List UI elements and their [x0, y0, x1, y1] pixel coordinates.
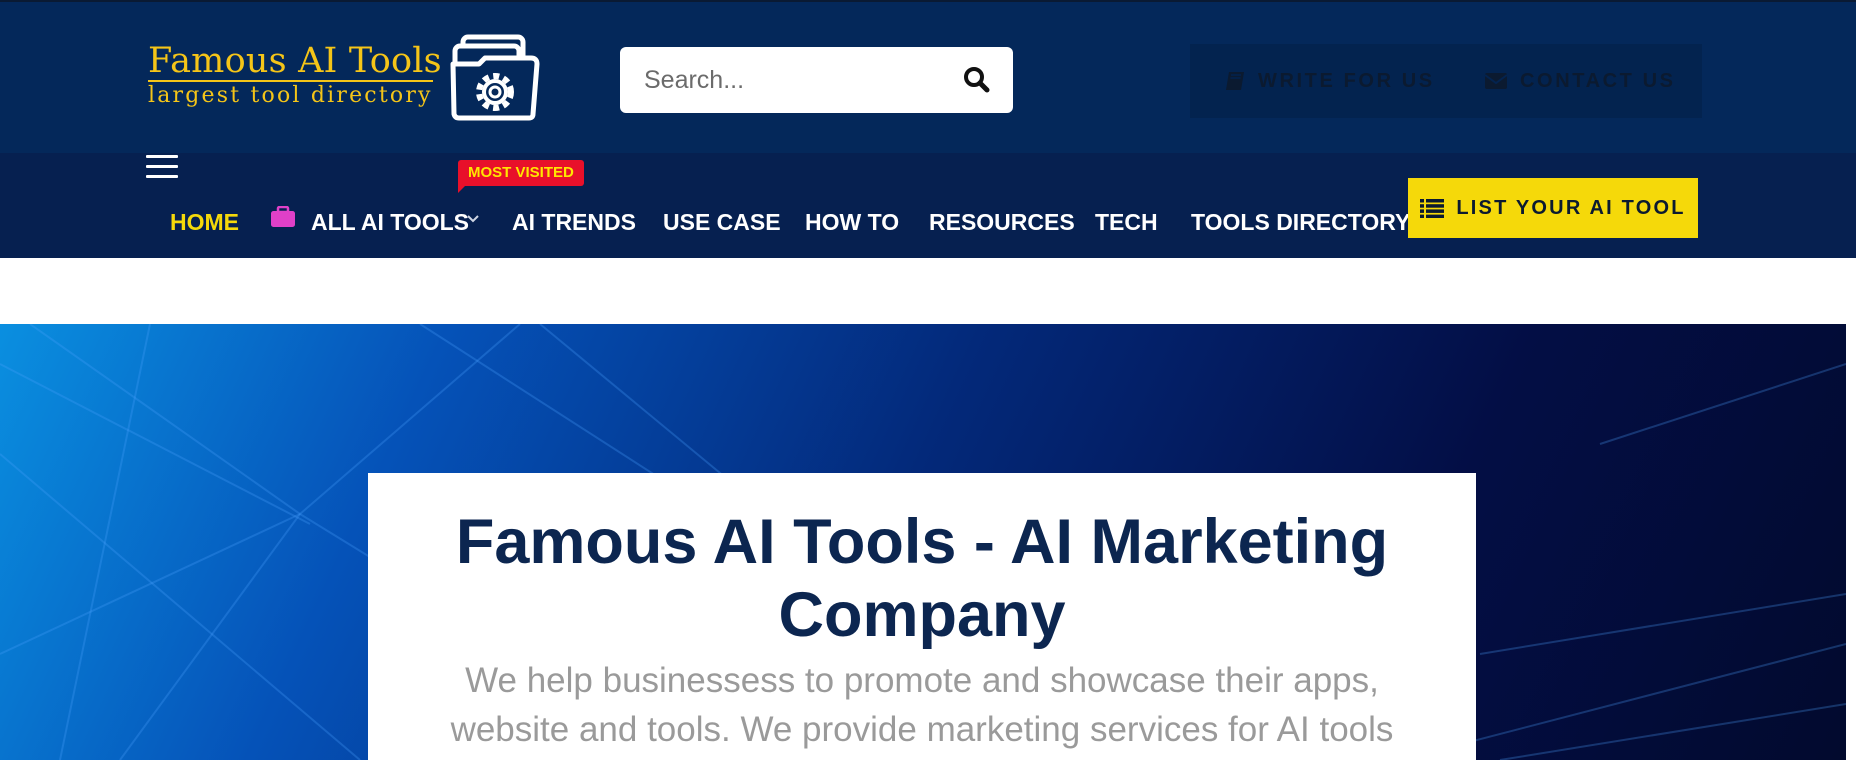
nav-item-resources[interactable]: RESOURCES — [929, 205, 1075, 239]
hero-subtitle-line1: We help businessess to promote and showc… — [465, 661, 1379, 700]
nav-item-ai-trends[interactable]: AI TRENDS — [512, 205, 636, 239]
contact-us-label: CONTACT US — [1520, 69, 1676, 92]
top-header: Famous AI Tools largest tool directory W… — [0, 0, 1856, 153]
hamburger-icon[interactable] — [146, 155, 178, 179]
book-icon — [1226, 72, 1244, 90]
hero-title-line2: Company — [778, 580, 1066, 650]
nav-item-how-to[interactable]: HOW TO — [805, 205, 899, 239]
list-your-ai-tool-label: LIST YOUR AI TOOL — [1456, 196, 1686, 219]
nav-item-use-case[interactable]: USE CASE — [663, 205, 781, 239]
nav-item-tools-directory[interactable]: TOOLS DIRECTORY — [1191, 205, 1410, 239]
nav-item-all-ai-tools[interactable]: ALL AI TOOLS — [311, 205, 469, 239]
folder-gear-logo-icon — [450, 34, 540, 121]
search-input[interactable] — [644, 47, 944, 113]
nav-item-tech[interactable]: TECH — [1095, 205, 1158, 239]
hero-title-line1: Famous AI Tools - AI Marketing — [455, 507, 1389, 577]
chevron-down-icon[interactable] — [466, 214, 480, 224]
hero-subtitle: We help businessess to promote and showc… — [400, 656, 1444, 754]
write-for-us-label: WRITE FOR US — [1258, 69, 1435, 92]
search-icon[interactable] — [963, 66, 991, 94]
logo-subtitle: largest tool directory — [148, 80, 433, 108]
nav-item-home[interactable]: HOME — [170, 205, 239, 239]
hero-title: Famous AI Tools - AI Marketing Company — [368, 506, 1476, 652]
write-for-us-link[interactable]: WRITE FOR US — [1224, 44, 1435, 118]
contact-us-link[interactable]: CONTACT US — [1484, 44, 1676, 118]
site-logo[interactable]: Famous AI Tools largest tool directory — [148, 42, 442, 108]
list-icon — [1420, 199, 1445, 218]
search-box — [620, 47, 1013, 113]
hero-subtitle-line2: website and tools. We provide marketing … — [450, 710, 1394, 749]
briefcase-icon — [271, 206, 295, 227]
list-your-ai-tool-button[interactable]: LIST YOUR AI TOOL — [1408, 178, 1698, 238]
top-links: WRITE FOR US CONTACT US — [1190, 44, 1702, 118]
envelope-icon — [1484, 73, 1508, 89]
logo-title: Famous AI Tools — [148, 41, 442, 81]
most-visited-badge: MOST VISITED — [458, 160, 584, 193]
